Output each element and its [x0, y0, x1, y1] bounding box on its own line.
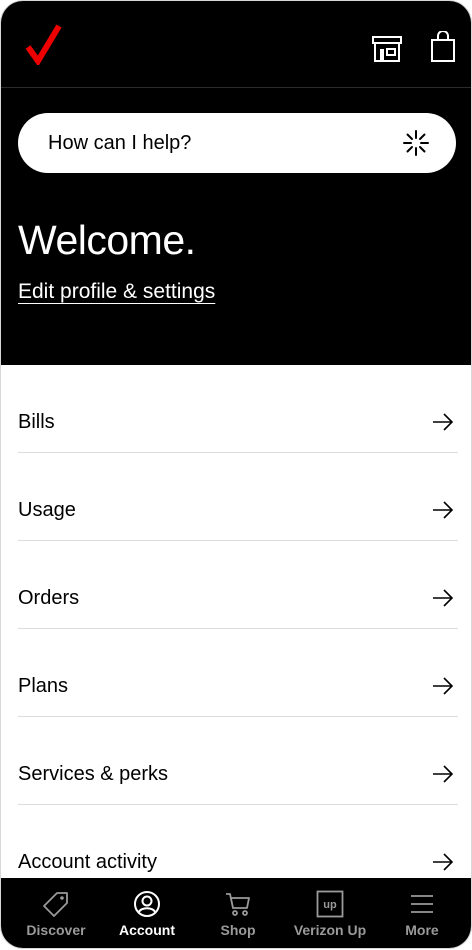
- tab-label: Verizon Up: [293, 922, 367, 938]
- menu-item-label: Plans: [18, 675, 69, 697]
- menu-item-usage[interactable]: Usage: [18, 453, 458, 541]
- tab-label: Shop: [220, 922, 256, 938]
- menu-item-bills[interactable]: Bills: [18, 365, 458, 453]
- up-icon: up: [316, 890, 344, 918]
- menu-item-plans[interactable]: Plans: [18, 629, 458, 717]
- store-icon[interactable]: [371, 35, 403, 63]
- tab-label: More: [405, 922, 439, 938]
- tab-verizon-up[interactable]: up Verizon Up: [283, 878, 377, 948]
- menu-icon: [411, 895, 433, 913]
- arrow-right-icon: [433, 765, 454, 783]
- arrow-right-icon: [433, 413, 454, 431]
- menu-item-label: Orders: [18, 587, 80, 609]
- bottom-tab-bar: Discover Account Shop up Verizon Up More: [1, 878, 471, 948]
- verizon-logo[interactable]: [25, 23, 63, 65]
- tab-discover[interactable]: Discover: [9, 878, 103, 948]
- top-bar: [1, 1, 471, 88]
- edit-profile-link[interactable]: Edit profile & settings: [18, 280, 215, 304]
- tag-icon: [43, 892, 68, 917]
- arrow-right-icon: [433, 853, 454, 871]
- tab-label: Discover: [26, 922, 86, 938]
- menu-item-label: Services & perks: [18, 763, 169, 785]
- menu-item-label: Usage: [18, 499, 76, 521]
- phone-screen: How can I help? Welcome. Edit profile & …: [1, 1, 471, 948]
- tab-account[interactable]: Account: [101, 878, 193, 948]
- search-input[interactable]: How can I help?: [18, 113, 456, 173]
- account-header: How can I help? Welcome. Edit profile & …: [1, 1, 471, 365]
- tab-shop[interactable]: Shop: [193, 878, 283, 948]
- svg-text:up: up: [323, 899, 337, 911]
- menu-item-label: Bills: [18, 411, 55, 433]
- search-placeholder: How can I help?: [48, 132, 192, 154]
- menu-item-services-perks[interactable]: Services & perks: [18, 717, 458, 805]
- arrow-right-icon: [433, 677, 454, 695]
- shopping-bag-icon[interactable]: [429, 31, 457, 63]
- welcome-title: Welcome.: [18, 217, 196, 263]
- arrow-right-icon: [433, 501, 454, 519]
- account-menu: Bills Usage Orders Plans Services & perk…: [18, 365, 458, 892]
- menu-item-label: Account activity: [18, 851, 157, 873]
- arrow-right-icon: [433, 589, 454, 607]
- menu-item-orders[interactable]: Orders: [18, 541, 458, 629]
- account-circle-icon: [134, 891, 160, 917]
- sparkle-icon: [403, 130, 429, 156]
- cart-icon: [226, 893, 250, 916]
- tab-label: Account: [119, 922, 175, 938]
- tab-more[interactable]: More: [377, 878, 467, 948]
